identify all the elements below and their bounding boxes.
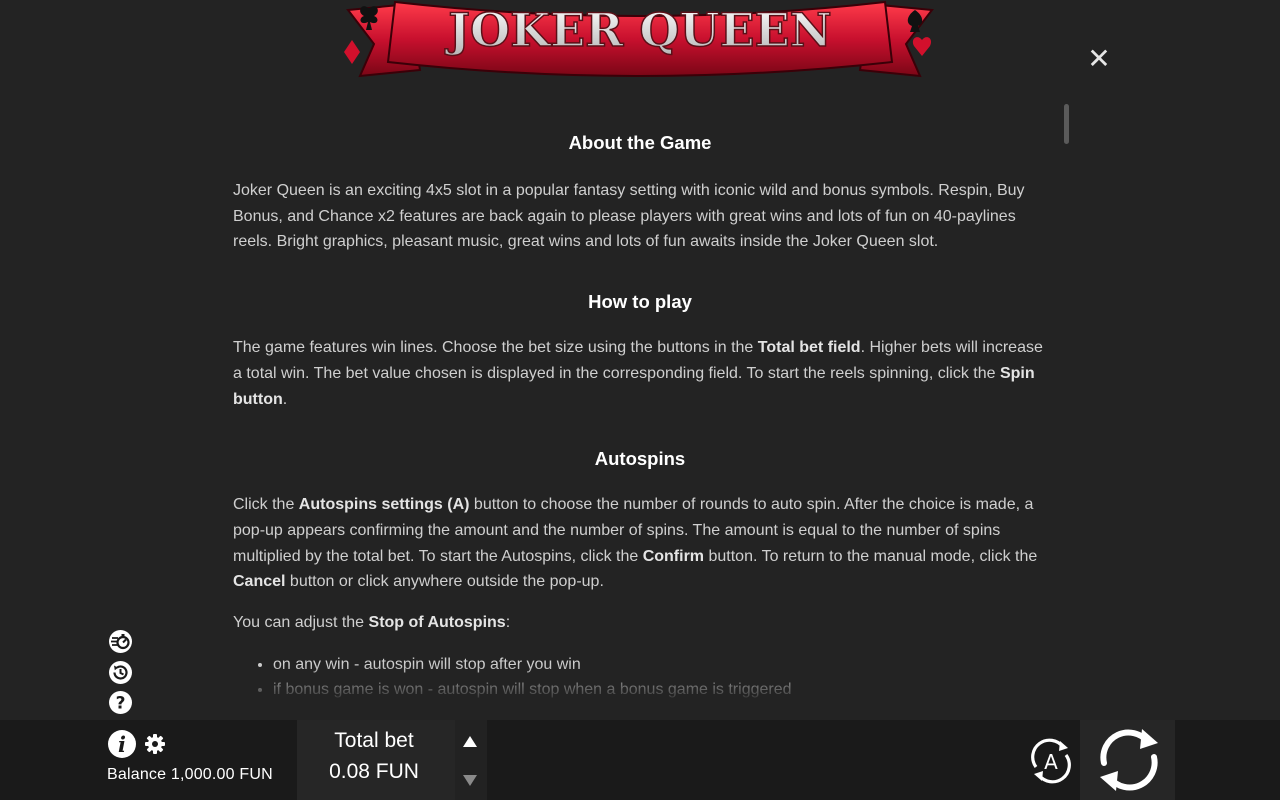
total-bet-field-term: Total bet field (757, 339, 861, 357)
autospins-text: Click the Autospins settings (A) button … (233, 496, 1038, 591)
triangle-up-icon (463, 736, 477, 747)
cancel-term: Cancel (233, 573, 286, 591)
help-icon[interactable]: ? (108, 690, 133, 715)
section-heading-autospins: Autospins (594, 448, 686, 470)
close-button[interactable]: ✕ (1086, 45, 1112, 73)
list-item: if bonus game is won - autospin will sto… (273, 677, 1047, 698)
svg-text:i: i (118, 732, 126, 757)
autospins-settings-term: Autospins settings (A) (298, 496, 470, 514)
decrease-bet-button[interactable] (460, 771, 480, 791)
logo-text: JOKER QUEEN (444, 3, 831, 57)
balance-display: Balance 1,000.00 FUN (107, 766, 273, 783)
rules-content[interactable]: About the Game Joker Queen is an excitin… (233, 124, 1047, 698)
autospin-button[interactable]: A (1027, 737, 1075, 785)
stop-of-autospins-term: Stop of Autospins (368, 614, 506, 632)
section-heading-about: About the Game (568, 132, 712, 153)
list-item: on any win - autospin will stop after yo… (273, 652, 1047, 678)
gear-icon[interactable] (144, 733, 166, 755)
about-text: Joker Queen is an exciting 4x5 slot in a… (233, 182, 1025, 251)
scrollbar-thumb[interactable] (1064, 104, 1069, 144)
confirm-term: Confirm (642, 547, 705, 565)
turbo-icon[interactable] (108, 629, 133, 654)
svg-text:?: ? (116, 694, 126, 714)
info-icon[interactable]: i (107, 729, 137, 759)
triangle-down-icon (463, 775, 477, 786)
stop-autospins-text: You can adjust the Stop of Autospins: (233, 614, 511, 632)
how-to-play-text: The game features win lines. Choose the … (233, 339, 1043, 408)
increase-bet-button[interactable] (460, 731, 480, 751)
spin-icon (1100, 729, 1158, 791)
section-heading-how-to-play: How to play (588, 291, 692, 313)
stop-conditions-list: on any win - autospin will stop after yo… (233, 652, 1047, 698)
history-icon[interactable] (108, 660, 133, 685)
spin-button[interactable] (1094, 727, 1164, 793)
close-icon: ✕ (1087, 42, 1111, 75)
total-bet-label: Total bet (334, 729, 414, 752)
joker-queen-logo: JOKER QUEEN (344, 0, 934, 78)
total-bet-value: 0.08 FUN (329, 760, 419, 783)
autospin-letter: A (1044, 750, 1058, 774)
